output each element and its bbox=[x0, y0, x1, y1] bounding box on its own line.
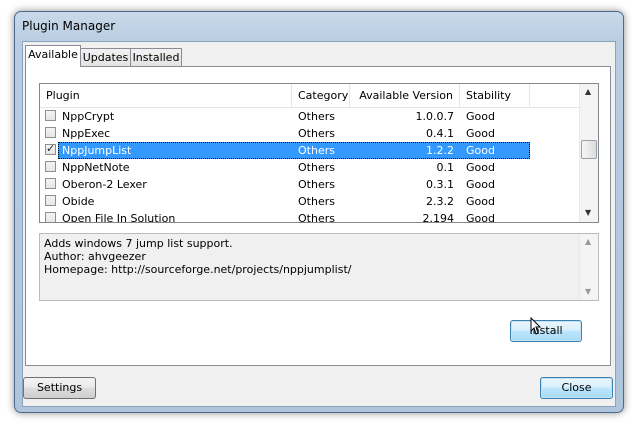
plugin-row-selected[interactable]: ✓ NppJumpList Others 1.2.2 Good bbox=[40, 142, 580, 159]
plugin-version: 2.194 bbox=[422, 212, 455, 223]
plugin-manager-window: Plugin Manager Available Updates Install… bbox=[14, 11, 624, 413]
plugin-list-header: Plugin Category Available Version Stabil… bbox=[40, 84, 580, 108]
window-client-area: Available Updates Installed Plugin Categ… bbox=[22, 41, 616, 407]
plugin-version: 0.4.1 bbox=[426, 127, 454, 140]
plugin-category: Others bbox=[298, 212, 335, 223]
plugin-checkbox[interactable] bbox=[45, 110, 56, 121]
plugin-version: 1.0.0.7 bbox=[415, 110, 454, 123]
plugin-row[interactable]: Obide Others 2.3.2 Good bbox=[40, 193, 580, 210]
description-line: Homepage: http://sourceforge.net/project… bbox=[44, 263, 352, 276]
plugin-version: 0.1 bbox=[436, 161, 455, 174]
available-tab-panel: Plugin Category Available Version Stabil… bbox=[25, 66, 611, 366]
scroll-up-icon[interactable]: ▲ bbox=[585, 87, 591, 96]
plugin-row[interactable]: NppNetNote Others 0.1 Good bbox=[40, 159, 580, 176]
plugin-description-box[interactable]: Adds windows 7 jump list support. Author… bbox=[39, 233, 599, 301]
plugin-stability: Good bbox=[466, 178, 495, 191]
plugin-row[interactable]: NppExec Others 0.4.1 Good bbox=[40, 125, 580, 142]
plugin-row[interactable]: Open File In Solution Others 2.194 Good bbox=[40, 210, 580, 223]
plugin-stability: Good bbox=[466, 161, 495, 174]
plugin-checkbox[interactable] bbox=[45, 195, 56, 206]
plugin-list-scrollbar[interactable]: ▲ ▼ bbox=[579, 84, 598, 222]
column-header-empty bbox=[530, 84, 580, 107]
tab-updates[interactable]: Updates bbox=[80, 48, 131, 66]
plugin-category: Others bbox=[298, 195, 335, 208]
tab-installed[interactable]: Installed bbox=[130, 48, 182, 66]
plugin-name: NppJumpList bbox=[62, 144, 132, 157]
description-line: Author: ahvgeezer bbox=[44, 250, 146, 263]
plugin-checkbox[interactable] bbox=[45, 127, 56, 138]
plugin-name: Obide bbox=[62, 195, 95, 208]
plugin-category: Others bbox=[298, 110, 335, 123]
scroll-down-icon[interactable]: ▼ bbox=[585, 208, 591, 217]
column-header-category[interactable]: Category bbox=[292, 84, 350, 107]
plugin-version: 1.2.2 bbox=[426, 144, 454, 157]
column-header-stability[interactable]: Stability bbox=[460, 84, 530, 107]
scroll-up-icon[interactable]: ▲ bbox=[585, 237, 591, 246]
plugin-category: Others bbox=[298, 127, 335, 140]
description-line: Adds windows 7 jump list support. bbox=[44, 237, 233, 250]
plugin-version: 0.3.1 bbox=[426, 178, 454, 191]
column-header-plugin[interactable]: Plugin bbox=[40, 84, 292, 107]
plugin-checkbox[interactable] bbox=[45, 161, 56, 172]
plugin-name: NppExec bbox=[62, 127, 111, 140]
close-button[interactable]: Close bbox=[540, 377, 613, 399]
scrollbar-thumb[interactable] bbox=[581, 140, 597, 159]
plugin-list[interactable]: Plugin Category Available Version Stabil… bbox=[39, 83, 599, 223]
plugin-stability: Good bbox=[466, 127, 495, 140]
plugin-category: Others bbox=[298, 161, 335, 174]
plugin-checkbox[interactable] bbox=[45, 212, 56, 222]
plugin-checkbox[interactable] bbox=[45, 178, 56, 189]
plugin-name: NppNetNote bbox=[62, 161, 130, 174]
plugin-checkbox[interactable]: ✓ bbox=[45, 142, 56, 155]
settings-button[interactable]: Settings bbox=[23, 377, 96, 399]
plugin-name: NppCrypt bbox=[62, 110, 115, 123]
plugin-stability: Good bbox=[466, 110, 495, 123]
check-mark-icon: ✓ bbox=[46, 142, 56, 155]
plugin-stability: Good bbox=[466, 195, 495, 208]
plugin-name: Open File In Solution bbox=[62, 212, 176, 223]
plugin-row[interactable]: NppCrypt Others 1.0.0.7 Good bbox=[40, 108, 580, 125]
plugin-stability: Good bbox=[466, 144, 495, 157]
scroll-down-icon[interactable]: ▼ bbox=[585, 287, 591, 296]
arrow-cursor-icon bbox=[530, 317, 542, 335]
install-button[interactable]: Install bbox=[510, 320, 582, 342]
tab-available[interactable]: Available bbox=[25, 45, 81, 67]
plugin-category: Others bbox=[298, 144, 335, 157]
window-title: Plugin Manager bbox=[22, 19, 116, 33]
column-header-available-version[interactable]: Available Version bbox=[350, 84, 460, 107]
plugin-row[interactable]: Oberon-2 Lexer Others 0.3.1 Good bbox=[40, 176, 580, 193]
plugin-name: Oberon-2 Lexer bbox=[62, 178, 147, 191]
description-scrollbar[interactable]: ▲ ▼ bbox=[579, 234, 598, 300]
plugin-version: 2.3.2 bbox=[426, 195, 454, 208]
plugin-category: Others bbox=[298, 178, 335, 191]
plugin-stability: Good bbox=[466, 212, 495, 223]
